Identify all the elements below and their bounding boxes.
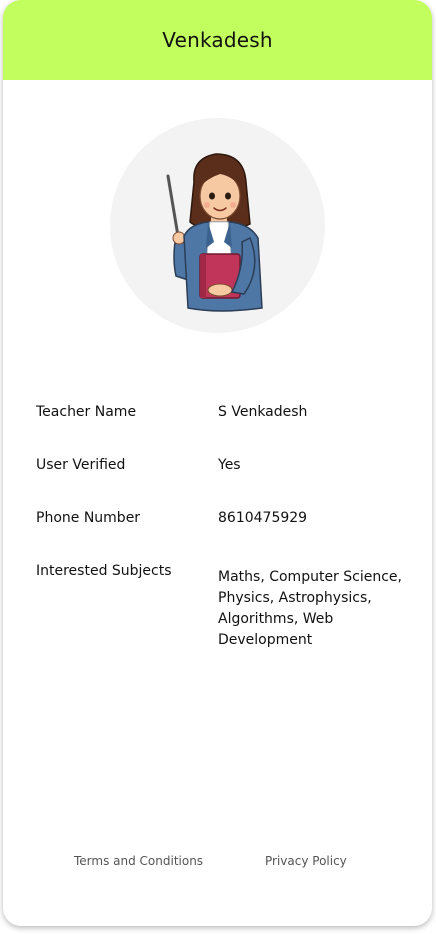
phone-number-value: 8610475929 bbox=[218, 510, 308, 526]
teacher-illustration-icon bbox=[166, 153, 263, 312]
teacher-name-label: Teacher Name bbox=[36, 404, 137, 420]
interested-subjects-value: Maths, Computer Science, Physics, Astrop… bbox=[218, 569, 402, 648]
profile-card: Venkadesh Teacher Name S Venkadesh User … bbox=[3, 0, 432, 926]
privacy-policy-link[interactable]: Privacy Policy bbox=[265, 854, 347, 868]
page-title: Venkadesh bbox=[162, 28, 273, 52]
teacher-name-value: S Venkadesh bbox=[218, 404, 308, 420]
user-verified-value: Yes bbox=[218, 457, 241, 473]
profile-header: Venkadesh bbox=[3, 0, 432, 80]
phone-number-label: Phone Number bbox=[36, 510, 141, 526]
interested-subjects-label: Interested Subjects bbox=[36, 563, 172, 579]
user-verified-label: User Verified bbox=[36, 457, 126, 473]
avatar bbox=[110, 118, 325, 333]
terms-and-conditions-link[interactable]: Terms and Conditions bbox=[74, 854, 203, 868]
